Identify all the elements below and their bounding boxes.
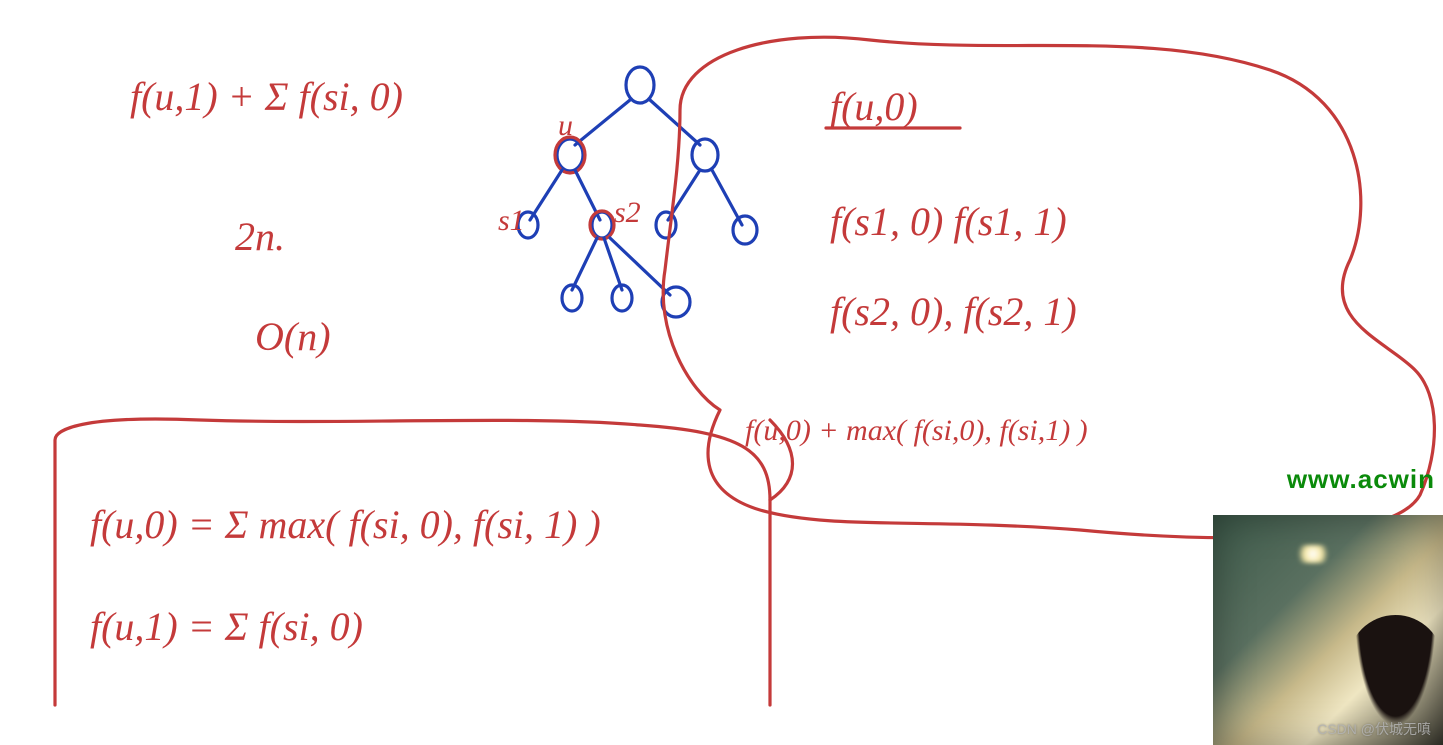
svg-text:f(u,1) + Σ f(si, 0): f(u,1) + Σ f(si, 0) xyxy=(130,74,403,119)
right-sum: f(u,0) + max( f(si,0), f(si,1) ) xyxy=(745,414,1088,447)
right-enclosure: f(u,0) f(s1, 0) f(s1, 1) f(s2, 0), f(s2,… xyxy=(663,37,1434,537)
right-row-1: f(s1, 0) f(s1, 1) xyxy=(830,199,1067,244)
tree-diagram: u s1 s2 xyxy=(498,67,757,317)
big-o: O(n) xyxy=(255,314,331,359)
svg-text:s1: s1 xyxy=(498,204,525,237)
svg-text:u: u xyxy=(558,109,573,142)
webcam-overlay xyxy=(1213,515,1443,745)
boxed-formulas: f(u,0) = Σ max( f(si, 0), f(si, 1) ) f(u… xyxy=(55,419,770,705)
right-row-2: f(s2, 0), f(s2, 1) xyxy=(830,289,1077,334)
boxed-formula-2: f(u,1) = Σ f(si, 0) xyxy=(90,604,363,649)
two-n: 2n. xyxy=(235,214,285,259)
site-watermark: www.acwin xyxy=(1287,464,1435,495)
boxed-formula-1: f(u,0) = Σ max( f(si, 0), f(si, 1) ) xyxy=(90,502,601,547)
svg-text:s2: s2 xyxy=(614,196,641,229)
csdn-watermark: CSDN @伏城无嗔 xyxy=(1317,719,1431,739)
right-title: f(u,0) xyxy=(830,84,918,129)
formula-top-left: f(u,1) + Σ f(si, 0) xyxy=(130,74,403,119)
